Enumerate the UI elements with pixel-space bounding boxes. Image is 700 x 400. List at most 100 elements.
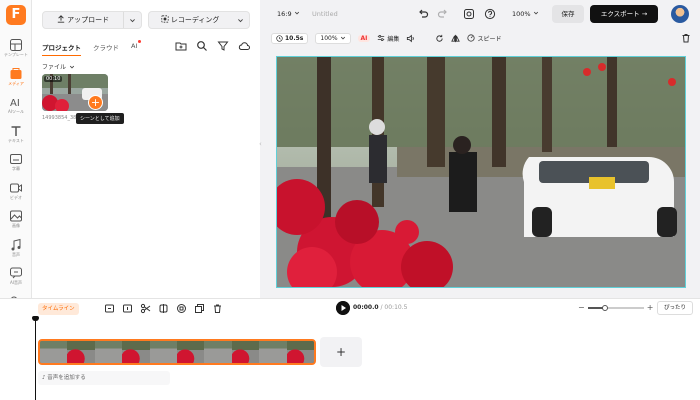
- split-icon[interactable]: [158, 303, 169, 314]
- top-toolbar: 16:9 Untitled 100% 保存 エクスポート →: [260, 0, 700, 28]
- tab-ai[interactable]: AI: [131, 40, 142, 56]
- clip-scale-value: 100%: [320, 34, 338, 42]
- speed-button[interactable]: スピード: [467, 34, 501, 43]
- sidebar-item-template[interactable]: テンプレート: [0, 36, 32, 64]
- record-label: レコーディング: [170, 16, 220, 24]
- new-badge: [138, 40, 142, 43]
- media-panel: アップロード レコーディング プロジェクト クラウド AI ファイル 00:10…: [32, 0, 260, 298]
- filter-icon[interactable]: [217, 40, 229, 52]
- record-icon: [161, 15, 169, 23]
- sidebar-item-music[interactable]: 音声: [0, 236, 32, 264]
- search-icon[interactable]: [196, 40, 208, 52]
- clip-frame: [40, 341, 68, 363]
- sidebar-item-label: テンプレート: [4, 52, 28, 57]
- sidebar-item-caption[interactable]: 字幕: [0, 150, 32, 178]
- fit-timeline-button[interactable]: ぴったり: [657, 301, 693, 315]
- avatar[interactable]: [671, 5, 689, 23]
- add-audio-track[interactable]: ♪ 音声を追加する: [38, 371, 170, 385]
- sidebar-item-text[interactable]: テキスト: [0, 122, 32, 150]
- add-scene-tooltip: シーンとして追加: [76, 113, 124, 124]
- sidebar-item-video[interactable]: ビデオ: [0, 179, 32, 207]
- rotate-icon[interactable]: [435, 34, 444, 43]
- playhead[interactable]: [35, 318, 36, 400]
- arrow-right-icon: →: [641, 10, 648, 18]
- clip-frame: [286, 341, 314, 363]
- screen-capture-icon[interactable]: [463, 8, 475, 20]
- clock-icon: [276, 34, 283, 42]
- duplicate-icon[interactable]: [194, 303, 205, 314]
- scissors-icon[interactable]: [140, 303, 151, 314]
- sidebar-item-label: ビデオ: [10, 194, 22, 200]
- undo-icon[interactable]: [417, 8, 429, 20]
- image-icon: [10, 210, 22, 222]
- add-audio-label: 音声を追加する: [47, 375, 86, 381]
- trim-end-icon[interactable]: [122, 303, 133, 314]
- edit-button[interactable]: 編集: [377, 34, 399, 43]
- trash-icon[interactable]: [681, 33, 691, 43]
- timeline-zoom-handle[interactable]: [601, 304, 608, 311]
- collapse-panel-icon[interactable]: ‹: [259, 140, 263, 154]
- zoom-out-button[interactable]: −: [578, 303, 585, 312]
- timeline-zoom: − +: [578, 303, 653, 312]
- aspect-ratio-value: 16:9: [277, 10, 292, 18]
- media-icon: [10, 67, 22, 79]
- upload-label: アップロード: [67, 16, 110, 24]
- export-button[interactable]: エクスポート →: [590, 5, 658, 23]
- clip-duration[interactable]: 10.5s: [271, 32, 309, 44]
- upload-dropdown[interactable]: [123, 12, 141, 28]
- aspect-ratio-select[interactable]: 16:9: [277, 10, 300, 18]
- chevron-down-icon: [294, 11, 299, 15]
- sidebar-item-media[interactable]: メディア: [0, 65, 32, 93]
- ai-tools-button[interactable]: AI: [357, 34, 371, 42]
- timeline-toggle[interactable]: タイムライン: [38, 303, 79, 315]
- play-button[interactable]: [336, 301, 350, 315]
- project-title[interactable]: Untitled: [312, 10, 338, 18]
- sidebar-item-label: 音声: [12, 251, 20, 257]
- clip-scale-select[interactable]: 100%: [315, 32, 351, 44]
- freeze-frame-icon[interactable]: [176, 303, 187, 314]
- upload-button[interactable]: アップロード: [42, 11, 142, 29]
- trim-start-icon[interactable]: [104, 303, 115, 314]
- record-button[interactable]: レコーディング: [148, 11, 250, 29]
- edit-label: 編集: [387, 35, 400, 43]
- sidebar-item-label: メディア: [8, 80, 24, 86]
- cloud-icon[interactable]: [238, 40, 250, 52]
- upload-icon: [57, 15, 65, 23]
- tab-cloud[interactable]: クラウド: [93, 42, 119, 56]
- chevron-down-icon: [340, 36, 345, 40]
- timeline: タイムライン 00:00.0 / 00:10.5 − + ぴったり + ♪ 音声…: [0, 298, 700, 400]
- volume-icon[interactable]: [406, 34, 415, 43]
- redo-icon[interactable]: [437, 8, 449, 20]
- export-label: エクスポート: [600, 10, 640, 18]
- video-preview[interactable]: [276, 56, 686, 288]
- tab-project[interactable]: プロジェクト: [42, 42, 81, 56]
- record-dropdown[interactable]: [231, 12, 249, 28]
- sidebar-item-ai-voice[interactable]: AI音声: [0, 264, 32, 292]
- clip-frame: [259, 341, 287, 363]
- zoom-in-button[interactable]: +: [647, 303, 654, 312]
- trash-icon[interactable]: [212, 303, 223, 314]
- canvas-zoom-select[interactable]: 100%: [512, 10, 539, 18]
- panel-tools: [175, 40, 250, 52]
- files-folder[interactable]: ファイル: [42, 62, 75, 71]
- music-icon: [11, 238, 21, 250]
- timeline-zoom-slider[interactable]: [587, 304, 644, 311]
- clip-frame: [67, 341, 95, 363]
- add-scene-button[interactable]: +: [88, 95, 103, 110]
- sidebar-item-ai[interactable]: AI AIツール: [0, 93, 32, 121]
- sidebar-item-label: AIツール: [8, 109, 24, 114]
- chevron-down-icon: [130, 18, 135, 22]
- sidebar-item-image[interactable]: 画像: [0, 207, 32, 235]
- save-button[interactable]: 保存: [552, 5, 584, 23]
- panel-tabs: プロジェクト クラウド AI: [42, 40, 142, 56]
- sidebar-item-label: 字幕: [12, 166, 20, 171]
- sidebar-item-label: テキスト: [8, 137, 24, 143]
- add-clip-button[interactable]: +: [320, 337, 362, 367]
- video-clip-track[interactable]: [38, 339, 316, 365]
- new-folder-icon[interactable]: [175, 40, 187, 52]
- help-icon[interactable]: [484, 8, 496, 20]
- app-logo[interactable]: F: [6, 5, 26, 25]
- timeline-tools: [104, 303, 223, 314]
- ai-voice-icon: [10, 267, 22, 279]
- flip-icon[interactable]: [451, 34, 461, 43]
